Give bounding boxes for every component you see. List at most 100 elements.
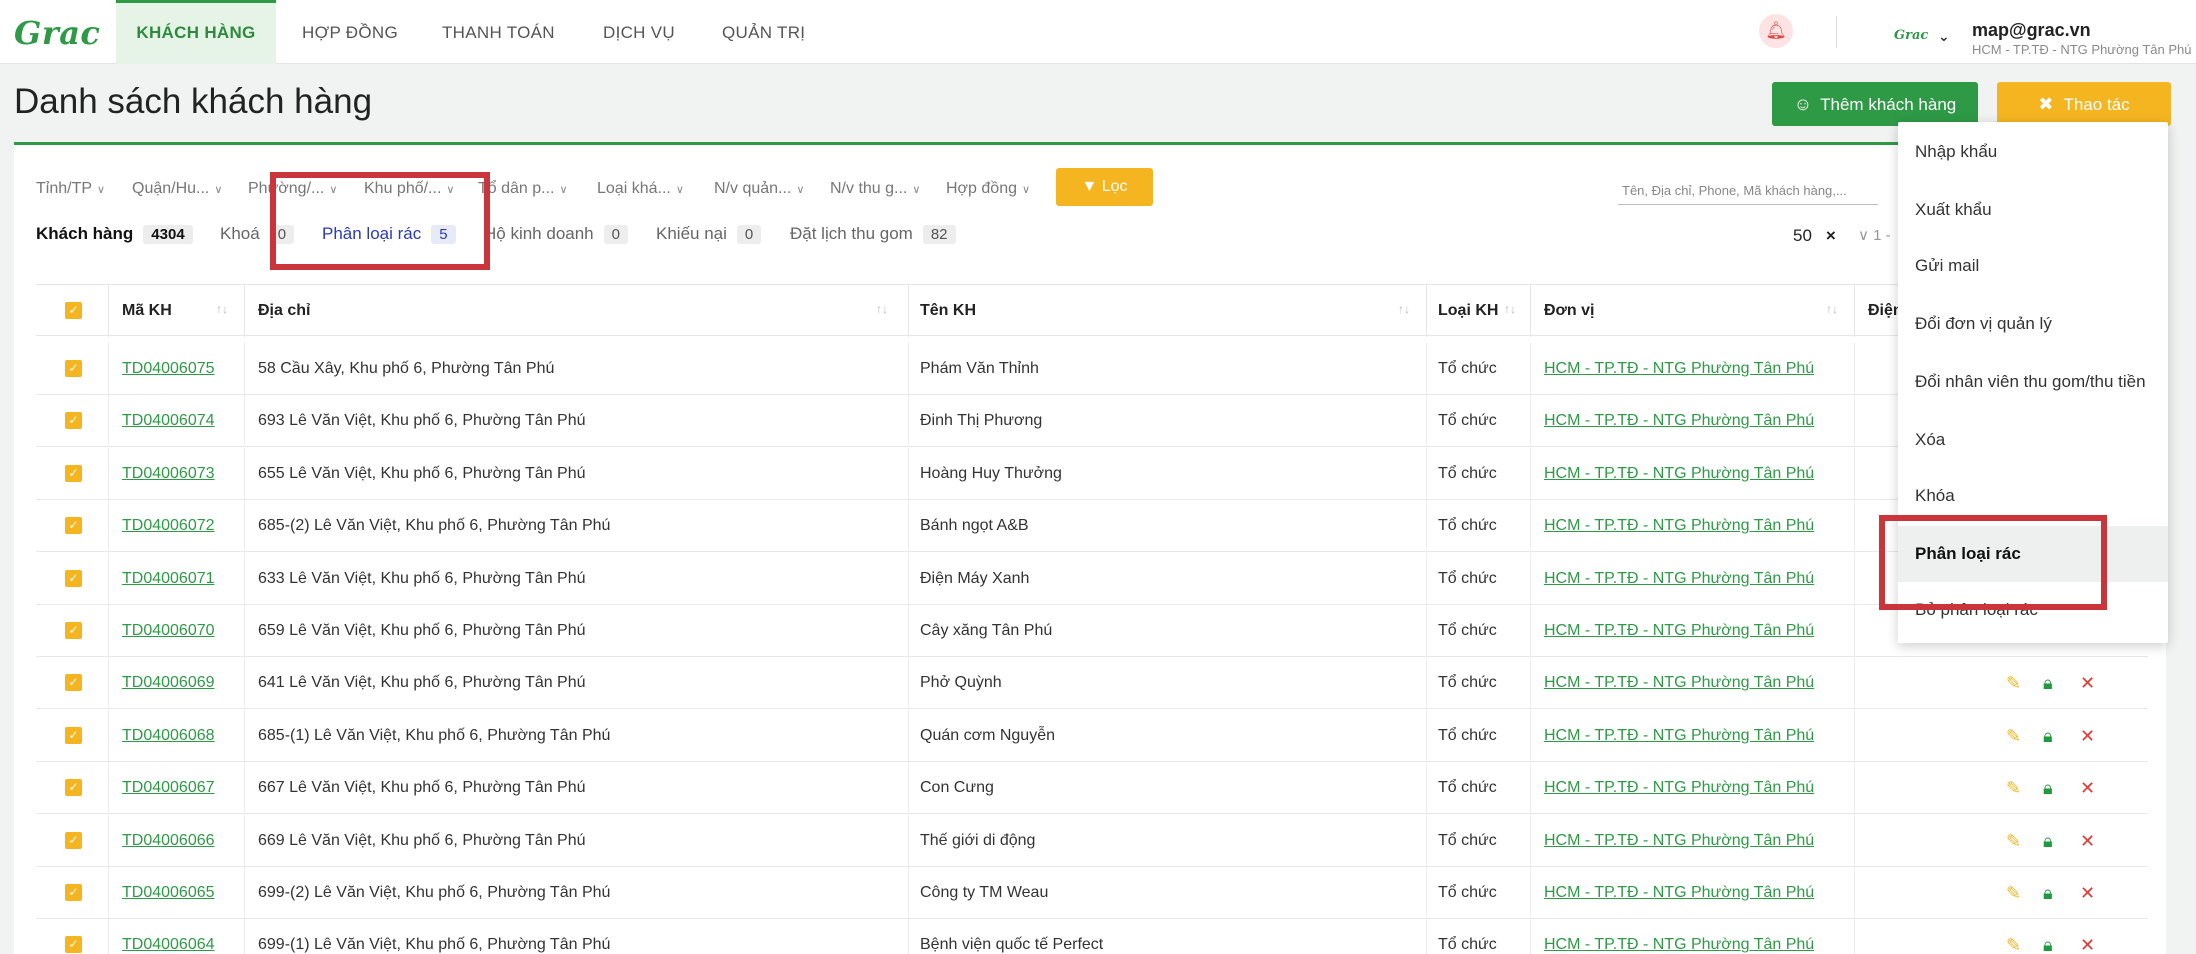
- col-customer-code[interactable]: Mã KH: [122, 285, 172, 337]
- edit-icon[interactable]: ✎: [2006, 815, 2021, 867]
- customer-code-link[interactable]: TD04006070: [122, 605, 215, 657]
- edit-icon[interactable]: ✎: [2006, 710, 2021, 762]
- menu-item-send-mail[interactable]: Gửi mail: [1898, 238, 2168, 294]
- row-checkbox[interactable]: ✓: [65, 831, 82, 849]
- filter-province[interactable]: Tỉnh/TP ∨: [36, 180, 105, 198]
- unit-link[interactable]: HCM - TP.TĐ - NTG Phường Tân Phú: [1544, 919, 1814, 954]
- row-checkbox[interactable]: ✓: [65, 569, 82, 587]
- delete-icon[interactable]: ✕: [2080, 710, 2095, 762]
- customer-code-link[interactable]: TD04006075: [122, 343, 215, 395]
- unit-link[interactable]: HCM - TP.TĐ - NTG Phường Tân Phú: [1544, 815, 1814, 867]
- menu-item-change-unit[interactable]: Đổi đơn vị quản lý: [1898, 296, 2168, 352]
- delete-icon[interactable]: ✕: [2080, 657, 2095, 709]
- unit-link[interactable]: HCM - TP.TĐ - NTG Phường Tân Phú: [1544, 448, 1814, 500]
- customer-code-link[interactable]: TD04006073: [122, 448, 215, 500]
- unit-link[interactable]: HCM - TP.TĐ - NTG Phường Tân Phú: [1544, 500, 1814, 552]
- unit-link[interactable]: HCM - TP.TĐ - NTG Phường Tân Phú: [1544, 710, 1814, 762]
- nav-tab-hop-dong[interactable]: HỢP ĐỒNG: [302, 0, 398, 64]
- customer-code-link[interactable]: TD04006065: [122, 867, 215, 919]
- delete-icon[interactable]: ✕: [2080, 867, 2095, 919]
- customer-code-link[interactable]: TD04006064: [122, 919, 215, 954]
- customer-code-link[interactable]: TD04006074: [122, 395, 215, 447]
- table-row[interactable]: ✓ TD04006069 641 Lê Văn Việt, Khu phố 6, P…: [36, 657, 2148, 710]
- tab-collection-schedule[interactable]: Đặt lịch thu gom 82: [790, 224, 956, 244]
- edit-icon[interactable]: ✎: [2006, 762, 2021, 814]
- row-checkbox[interactable]: ✓: [65, 884, 82, 901]
- org-logo[interactable]: Grac: [1894, 28, 1928, 43]
- unit-link[interactable]: HCM - TP.TĐ - NTG Phường Tân Phú: [1544, 762, 1814, 814]
- customer-code-link[interactable]: TD04006068: [122, 710, 215, 762]
- row-checkbox[interactable]: ✓: [65, 674, 82, 692]
- filter-customer-type[interactable]: Loại khá... ∨: [597, 180, 684, 198]
- filter-button[interactable]: ▼ Lọc: [1056, 168, 1153, 206]
- row-checkbox[interactable]: ✓: [65, 622, 82, 639]
- sort-icon[interactable]: ↑↓: [876, 302, 888, 316]
- bell-icon[interactable]: 🔔︎: [1759, 14, 1793, 48]
- lock-icon[interactable]: 🔒︎: [2043, 762, 2053, 814]
- lock-icon[interactable]: 🔒︎: [2043, 867, 2053, 919]
- edit-icon[interactable]: ✎: [2006, 657, 2021, 709]
- menu-item-export[interactable]: Xuất khẩu: [1898, 182, 2168, 238]
- lock-icon[interactable]: 🔒︎: [2043, 710, 2053, 762]
- edit-icon[interactable]: ✎: [2006, 919, 2021, 954]
- unit-link[interactable]: HCM - TP.TĐ - NTG Phường Tân Phú: [1544, 395, 1814, 447]
- delete-icon[interactable]: ✕: [2080, 762, 2095, 814]
- delete-icon[interactable]: ✕: [2080, 919, 2095, 954]
- clear-icon[interactable]: ×: [1826, 226, 1836, 245]
- filter-contract[interactable]: Hợp đồng ∨: [946, 180, 1030, 198]
- filter-residential-group[interactable]: Tổ dân p... ∨: [478, 180, 568, 198]
- unit-link[interactable]: HCM - TP.TĐ - NTG Phường Tân Phú: [1544, 553, 1814, 605]
- unit-link[interactable]: HCM - TP.TĐ - NTG Phường Tân Phú: [1544, 343, 1814, 395]
- lock-icon[interactable]: 🔒︎: [2043, 657, 2053, 709]
- nav-tab-dich-vu[interactable]: DỊCH VỤ: [603, 0, 675, 64]
- customer-code-link[interactable]: TD04006072: [122, 500, 215, 552]
- table-row[interactable]: ✓ TD04006072 685-(2) Lê Văn Việt, Khu phố …: [36, 500, 2148, 553]
- filter-district[interactable]: Quận/Hu... ∨: [132, 180, 222, 198]
- search-input[interactable]: Tên, Địa chỉ, Phone, Mã khách hàng,...: [1622, 183, 1847, 198]
- nav-tab-quan-tri[interactable]: QUẢN TRỊ: [722, 0, 805, 64]
- unit-link[interactable]: HCM - TP.TĐ - NTG Phường Tân Phú: [1544, 867, 1814, 919]
- actions-button[interactable]: ✖ Thao tác: [1997, 82, 2171, 126]
- menu-item-import[interactable]: Nhập khẩu: [1898, 124, 2168, 180]
- menu-item-change-staff[interactable]: Đổi nhân viên thu gom/thu tiền: [1898, 354, 2168, 410]
- lock-icon[interactable]: 🔒︎: [2043, 815, 2053, 867]
- tab-complaints[interactable]: Khiếu nại 0: [656, 224, 762, 244]
- tab-customers[interactable]: Khách hàng 4304: [36, 224, 193, 244]
- nav-tab-thanh-toan[interactable]: THANH TOÁN: [442, 0, 555, 64]
- page-size-select[interactable]: 50 ×: [1793, 226, 1836, 246]
- row-checkbox[interactable]: ✓: [65, 412, 82, 430]
- tab-household-business[interactable]: Hộ kinh doanh 0: [484, 224, 628, 244]
- table-row[interactable]: ✓ TD04006065 699-(2) Lê Văn Việt, Khu phố …: [36, 867, 2148, 919]
- sort-icon[interactable]: ↑↓: [1398, 302, 1410, 316]
- col-customer-name[interactable]: Tên KH: [920, 285, 976, 337]
- table-row[interactable]: ✓ TD04006068 685-(1) Lê Văn Việt, Khu phố …: [36, 709, 2148, 762]
- unit-link[interactable]: HCM - TP.TĐ - NTG Phường Tân Phú: [1544, 657, 1814, 709]
- customer-code-link[interactable]: TD04006069: [122, 657, 215, 709]
- filter-collector[interactable]: N/v thu g... ∨: [830, 180, 920, 198]
- table-row[interactable]: ✓ TD04006064 699-(1) Lê Văn Việt, Khu phố …: [36, 919, 2148, 954]
- user-email[interactable]: map@grac.vn: [1972, 20, 2091, 41]
- sort-icon[interactable]: ↑↓: [1826, 302, 1838, 316]
- table-row[interactable]: ✓ TD04006075 58 Cầu Xây, Khu phố 6, Phường…: [36, 343, 2148, 395]
- row-checkbox[interactable]: ✓: [65, 360, 82, 377]
- customer-code-link[interactable]: TD04006066: [122, 815, 215, 867]
- sort-icon[interactable]: ↑↓: [1504, 302, 1516, 316]
- table-row[interactable]: ✓ TD04006073 655 Lê Văn Việt, Khu phố 6, P…: [36, 447, 2148, 500]
- col-customer-type[interactable]: Loại KH: [1438, 285, 1498, 337]
- chevron-down-icon[interactable]: ⌄: [1938, 28, 1950, 45]
- edit-icon[interactable]: ✎: [2006, 867, 2021, 919]
- pagination-range[interactable]: ∨ 1 -: [1858, 226, 1891, 244]
- table-row[interactable]: ✓ TD04006066 669 Lê Văn Việt, Khu phố 6, P…: [36, 814, 2148, 867]
- grac-logo[interactable]: Grac: [14, 14, 100, 52]
- unit-link[interactable]: HCM - TP.TĐ - NTG Phường Tân Phú: [1544, 605, 1814, 657]
- row-checkbox[interactable]: ✓: [65, 779, 82, 797]
- table-row[interactable]: ✓ TD04006067 667 Lê Văn Việt, Khu phố 6, P…: [36, 762, 2148, 815]
- menu-item-delete[interactable]: Xóa: [1898, 412, 2168, 468]
- row-checkbox[interactable]: ✓: [65, 464, 82, 482]
- sort-icon[interactable]: ↑↓: [216, 302, 228, 316]
- select-all-checkbox[interactable]: ✓: [65, 302, 82, 319]
- col-address[interactable]: Địa chỉ: [258, 285, 310, 337]
- lock-icon[interactable]: 🔒︎: [2043, 919, 2053, 954]
- customer-code-link[interactable]: TD04006067: [122, 762, 215, 814]
- customer-code-link[interactable]: TD04006071: [122, 553, 215, 605]
